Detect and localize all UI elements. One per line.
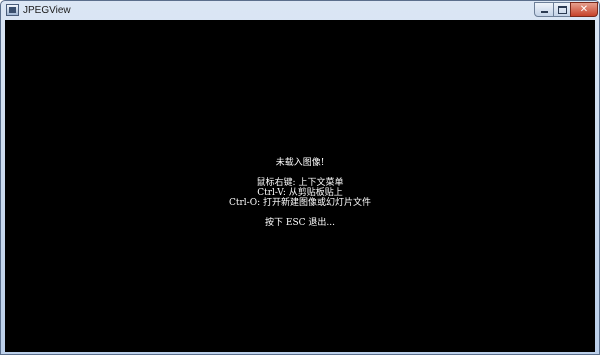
title-bar[interactable]: JPEGView ✕	[1, 1, 599, 21]
maximize-button[interactable]	[553, 2, 571, 17]
esc-hint: 按下 ESC 退出...	[265, 218, 335, 228]
empty-state-message: 未载入图像! 鼠标右键: 上下文菜单 Ctrl-V: 从剪贴板贴上 Ctrl-O…	[5, 158, 595, 228]
ctrl-v-hint: Ctrl-V: 从剪贴板贴上	[257, 188, 343, 198]
right-click-hint: 鼠标右键: 上下文菜单	[256, 178, 344, 188]
image-viewer-canvas[interactable]: 未载入图像! 鼠标右键: 上下文菜单 Ctrl-V: 从剪贴板贴上 Ctrl-O…	[5, 20, 595, 352]
app-icon[interactable]	[6, 4, 19, 16]
minimize-icon	[540, 11, 548, 13]
ctrl-o-hint: Ctrl-O: 打开新建图像或幻灯片文件	[229, 198, 371, 208]
app-window: JPEGView ✕ 未载入图像! 鼠标右键: 上下文菜单 Ctrl-V: 从剪…	[0, 0, 600, 355]
window-title: JPEGView	[23, 5, 71, 16]
close-icon: ✕	[579, 3, 589, 15]
maximize-icon	[557, 5, 567, 14]
minimize-button[interactable]	[534, 2, 554, 17]
no-image-text: 未载入图像!	[275, 158, 325, 168]
close-button[interactable]: ✕	[570, 2, 598, 17]
